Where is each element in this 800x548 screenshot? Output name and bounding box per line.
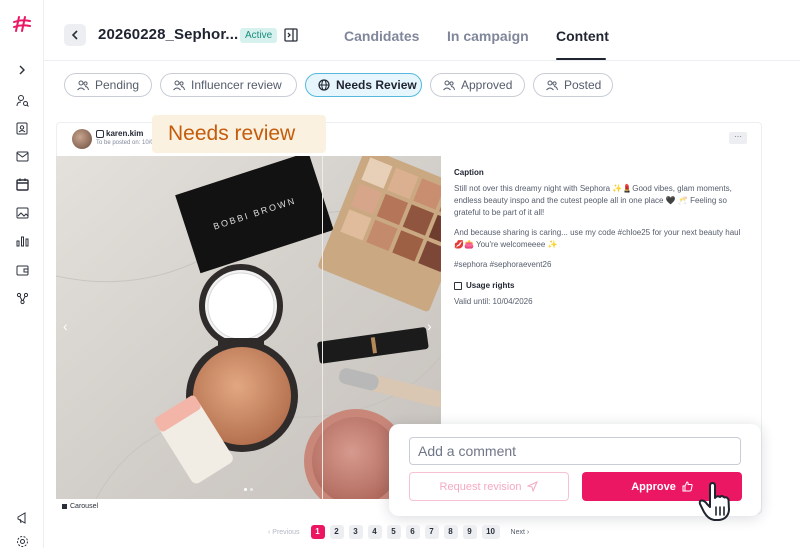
wallet-icon[interactable] xyxy=(14,262,30,278)
tab-content[interactable]: Content xyxy=(556,28,609,44)
media-type-text: Carousel xyxy=(70,503,99,510)
side-panel-icon[interactable] xyxy=(284,28,298,42)
more-options-button[interactable]: ··· xyxy=(729,132,747,144)
comment-input[interactable] xyxy=(409,437,741,465)
page-7-button[interactable]: 7 xyxy=(424,525,439,539)
chevron-right-icon[interactable] xyxy=(14,62,30,78)
carousel-icon xyxy=(62,504,67,509)
carousel-divider xyxy=(322,156,323,499)
post-image[interactable]: BOBBI BROWN xyxy=(56,156,441,499)
page-6-button[interactable]: 6 xyxy=(405,525,420,539)
user-search-icon[interactable] xyxy=(14,92,30,108)
page-8-button[interactable]: 8 xyxy=(443,525,458,539)
back-button[interactable] xyxy=(64,24,86,46)
globe-icon xyxy=(318,79,330,91)
page-5-button[interactable]: 5 xyxy=(386,525,401,539)
sidebar xyxy=(0,0,44,548)
filter-label: Approved xyxy=(461,78,513,92)
send-icon xyxy=(527,481,539,492)
filter-posted[interactable]: Posted xyxy=(533,73,613,97)
filter-label: Pending xyxy=(95,78,140,92)
filter-pending[interactable]: Pending xyxy=(64,73,152,97)
page-4-button[interactable]: 4 xyxy=(367,525,382,539)
caption-paragraph-1: Still not over this dreamy night with Se… xyxy=(454,184,732,217)
carousel-dot[interactable] xyxy=(250,488,253,491)
influencer-handle[interactable]: karen.kim xyxy=(106,129,143,138)
caption-paragraph-2: And because sharing is caring... use my … xyxy=(454,228,741,249)
needs-review-tooltip: Needs review xyxy=(152,115,326,153)
pagination-previous-label: Previous xyxy=(272,528,300,536)
mail-icon[interactable] xyxy=(14,148,30,164)
megaphone-icon[interactable] xyxy=(14,510,30,526)
pagination-previous[interactable]: ‹ Previous xyxy=(268,529,300,536)
users-icon xyxy=(443,80,455,90)
caption-hashtags: #sephora #sephoraevent26 xyxy=(454,260,552,269)
page-2-button[interactable]: 2 xyxy=(329,525,344,539)
filter-label: Posted xyxy=(564,78,602,92)
logo-icon[interactable] xyxy=(12,14,32,34)
avatar[interactable] xyxy=(72,129,92,149)
usage-rights-icon xyxy=(454,282,462,290)
makeup-flatlay-image: BOBBI BROWN xyxy=(56,156,441,499)
page-10-button[interactable]: 10 xyxy=(481,525,500,539)
usage-rights-validity: Valid until: 10/04/2026 xyxy=(454,297,533,306)
campaign-title: 20260228_Sephor... xyxy=(98,26,239,43)
thumbs-up-icon xyxy=(682,481,693,492)
carousel-dot[interactable] xyxy=(244,488,247,491)
instagram-icon xyxy=(96,130,104,138)
pagination-next-label: Next xyxy=(510,528,525,536)
chevron-left-icon xyxy=(71,30,78,40)
header-divider xyxy=(44,60,800,61)
request-revision-label: Request revision xyxy=(439,480,522,493)
filter-label: Influencer review xyxy=(191,78,282,92)
filter-needs-review[interactable]: Needs Review xyxy=(305,73,422,97)
request-revision-button[interactable]: Request revision xyxy=(409,472,569,501)
image-icon[interactable] xyxy=(14,205,30,221)
pagination: ‹ Previous 1 2 3 4 5 6 7 8 9 10 Next › xyxy=(268,525,529,539)
users-icon xyxy=(173,80,185,90)
carousel-next-icon[interactable]: › xyxy=(427,318,432,334)
calendar-icon[interactable] xyxy=(14,176,30,192)
bar-chart-icon[interactable] xyxy=(14,233,30,249)
gear-icon[interactable] xyxy=(14,533,30,548)
media-type-label: Carousel xyxy=(62,503,98,510)
page-3-button[interactable]: 3 xyxy=(348,525,363,539)
hand-cursor-icon xyxy=(698,482,730,521)
approve-label: Approve xyxy=(631,480,676,493)
contact-card-icon[interactable] xyxy=(14,120,30,136)
tab-in-campaign[interactable]: In campaign xyxy=(447,28,529,44)
carousel-dots xyxy=(244,488,253,491)
filter-approved[interactable]: Approved xyxy=(430,73,525,97)
filter-label: Needs Review xyxy=(336,78,417,92)
page-9-button[interactable]: 9 xyxy=(462,525,477,539)
page-1-button[interactable]: 1 xyxy=(310,525,325,539)
users-icon xyxy=(77,80,89,90)
users-icon xyxy=(546,80,558,90)
usage-rights-heading: Usage rights xyxy=(466,281,515,290)
caption-heading: Caption xyxy=(454,168,484,177)
media-footer xyxy=(56,499,441,514)
post-schedule-date: To be posted on: 10/04 xyxy=(96,140,158,146)
carousel-prev-icon[interactable]: ‹ xyxy=(63,318,68,334)
tab-candidates[interactable]: Candidates xyxy=(344,28,419,44)
network-icon[interactable] xyxy=(14,290,30,306)
pagination-next[interactable]: Next › xyxy=(511,529,530,536)
filter-influencer-review[interactable]: Influencer review xyxy=(160,73,297,97)
status-badge: Active xyxy=(240,28,278,43)
